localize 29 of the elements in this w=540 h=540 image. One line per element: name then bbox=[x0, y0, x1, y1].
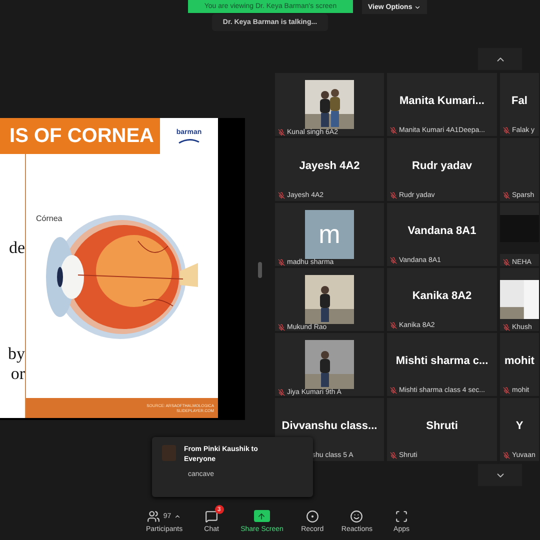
participant-name: Fal bbox=[512, 94, 528, 106]
participant-name: Jayesh 4A2 bbox=[299, 160, 360, 172]
people-icon bbox=[147, 510, 160, 522]
record-icon bbox=[306, 510, 319, 522]
caret-icon bbox=[414, 4, 422, 10]
slide-text: or bbox=[10, 364, 25, 384]
participant-name: Kanika 8A2 bbox=[412, 290, 472, 302]
participant-name: Divvanshu class... bbox=[282, 420, 378, 432]
avatar-letter: m bbox=[305, 210, 354, 259]
slide-title: IS OF CORNEA bbox=[0, 118, 160, 154]
slide-text: de bbox=[8, 238, 25, 258]
share-screen-icon bbox=[254, 510, 270, 522]
slide-text: by bbox=[8, 344, 25, 364]
logo-icon bbox=[178, 138, 200, 144]
caret-icon bbox=[174, 512, 182, 520]
resize-handle[interactable] bbox=[258, 262, 262, 278]
participant-name: Y bbox=[516, 420, 524, 432]
participant-name: mohit bbox=[504, 354, 534, 366]
diagram-label: Córnea bbox=[36, 214, 62, 223]
participant-name: Vandana 8A1 bbox=[408, 224, 476, 236]
apps-icon bbox=[395, 510, 408, 522]
smiley-icon bbox=[350, 510, 364, 522]
participant-name: Rudr yadav bbox=[412, 160, 472, 172]
participant-name: Manita Kumari... bbox=[400, 94, 484, 106]
participant-name: Mishti sharma c... bbox=[396, 354, 488, 366]
scroll-down-button[interactable] bbox=[478, 464, 522, 486]
participant-name: Shruti bbox=[426, 420, 458, 432]
chat-icon bbox=[205, 510, 218, 522]
scroll-up-button[interactable] bbox=[478, 48, 522, 70]
